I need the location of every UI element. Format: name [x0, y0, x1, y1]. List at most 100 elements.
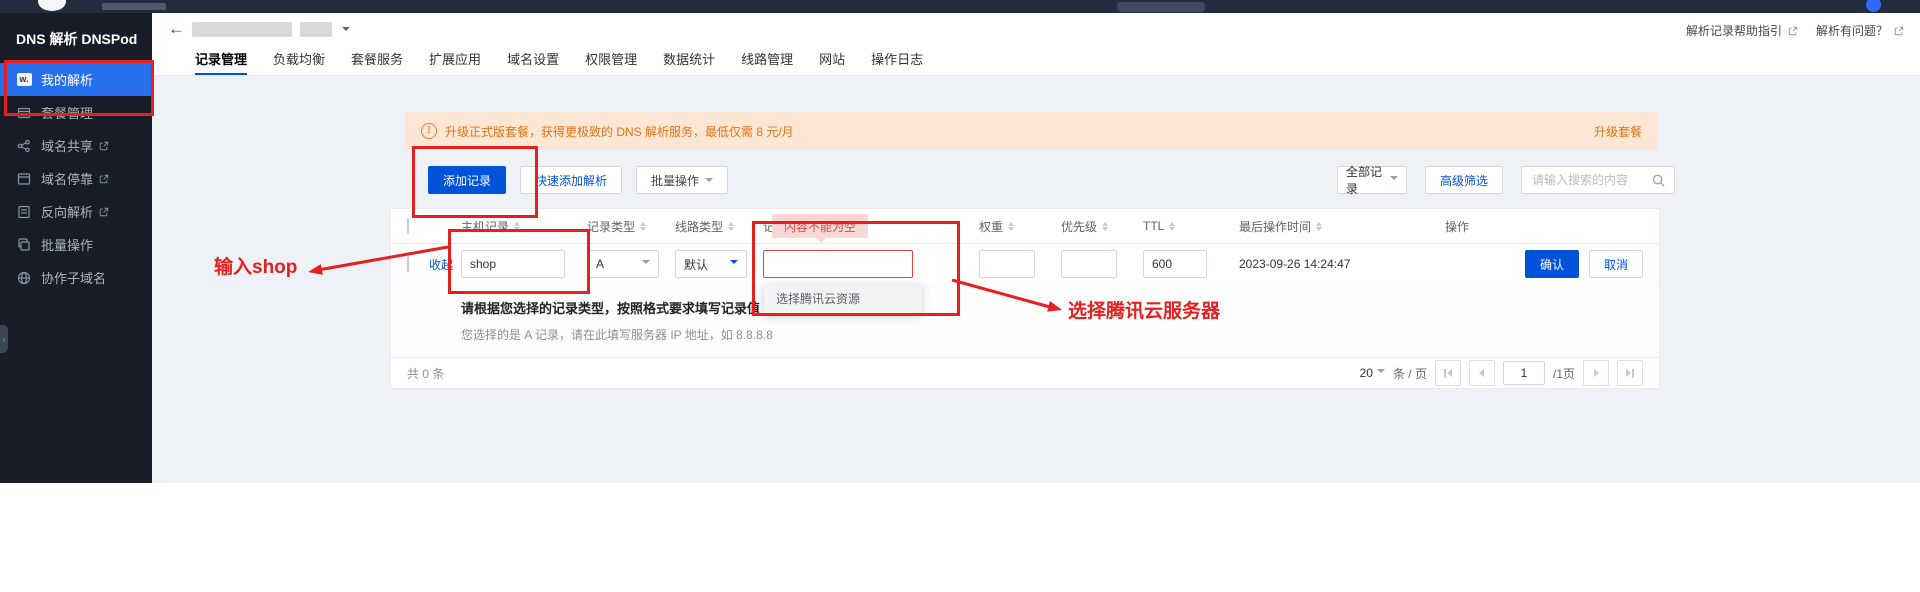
- pagination: 20 条 / 页 /1页: [1360, 360, 1643, 386]
- tab-line-management[interactable]: 线路管理: [741, 47, 793, 75]
- share-icon: [16, 138, 32, 154]
- quick-add-button[interactable]: 快速添加解析: [520, 166, 622, 194]
- collapse-link[interactable]: 收起: [429, 256, 455, 273]
- col-operations: 操作: [1445, 218, 1469, 235]
- sidebar-item-reverse-resolution[interactable]: 反向解析: [0, 195, 152, 228]
- external-link-icon: [1894, 26, 1904, 36]
- sort-icon[interactable]: [514, 222, 520, 231]
- col-ttl: TTL: [1143, 219, 1164, 233]
- chevron-down-icon[interactable]: [1377, 369, 1385, 377]
- sidebar-item-package-management[interactable]: 套餐管理: [0, 96, 152, 129]
- first-page-button[interactable]: [1435, 360, 1461, 386]
- warning-circle-icon: !: [421, 123, 437, 139]
- record-filter-select[interactable]: 全部记录: [1337, 166, 1407, 194]
- sidebar-item-my-resolutions[interactable]: w. 我的解析: [0, 63, 152, 96]
- chevron-down-icon: [1390, 176, 1398, 184]
- col-weight: 权重: [979, 218, 1003, 235]
- external-link-icon: [99, 141, 109, 151]
- per-page-label: 条 / 页: [1393, 365, 1427, 382]
- help-description: 您选择的是 A 记录，请在此填写服务器 IP 地址，如 8.8.8.8: [461, 326, 1659, 343]
- toolbar-left: 添加记录 快速添加解析 批量操作: [428, 166, 728, 194]
- sidebar-item-batch-operations[interactable]: 批量操作: [0, 228, 152, 261]
- col-line: 线路类型: [675, 218, 723, 235]
- tab-permissions[interactable]: 权限管理: [585, 47, 637, 75]
- external-link-icon: [99, 207, 109, 217]
- help-guide-link[interactable]: 解析记录帮助指引: [1686, 22, 1798, 39]
- tooltip-tail: [816, 238, 826, 243]
- confirm-button[interactable]: 确认: [1525, 250, 1579, 278]
- select-tencent-resource-item[interactable]: 选择腾讯云资源: [764, 284, 922, 314]
- external-link-icon: [1788, 26, 1798, 36]
- advanced-filter-button[interactable]: 高级筛选: [1425, 166, 1503, 194]
- cancel-button[interactable]: 取消: [1589, 250, 1643, 278]
- sort-icon[interactable]: [640, 222, 646, 231]
- line-type-select[interactable]: 默认: [675, 250, 747, 278]
- page-size-value[interactable]: 20: [1360, 366, 1373, 380]
- sort-icon[interactable]: [1008, 222, 1014, 231]
- domain-suffix-redacted: [300, 22, 332, 37]
- col-type: 记录类型: [587, 218, 635, 235]
- record-type-select[interactable]: A: [587, 250, 659, 278]
- sidebar-collapse-handle[interactable]: ‹: [0, 325, 8, 353]
- sidebar-item-domain-sharing[interactable]: 域名共享: [0, 129, 152, 162]
- chevron-down-icon: [642, 260, 650, 268]
- topbar-search-input[interactable]: [1117, 2, 1205, 12]
- global-topbar: [0, 0, 1920, 13]
- search-icon[interactable]: [1651, 173, 1666, 188]
- next-page-button[interactable]: [1583, 360, 1609, 386]
- tab-domain-settings[interactable]: 域名设置: [507, 47, 559, 75]
- tab-bar: 记录管理 负载均衡 套餐服务 扩展应用 域名设置 权限管理 数据统计 线路管理 …: [152, 47, 1920, 76]
- last-operated-time: 2023-09-26 14:24:47: [1239, 257, 1429, 271]
- tab-load-balance[interactable]: 负载均衡: [273, 47, 325, 75]
- last-page-button[interactable]: [1617, 360, 1643, 386]
- dns-badge-icon: w.: [16, 72, 32, 88]
- batch-operations-dropdown[interactable]: 批量操作: [636, 166, 728, 194]
- prev-page-button[interactable]: [1469, 360, 1495, 386]
- page-number-input[interactable]: [1503, 361, 1545, 385]
- ttl-input[interactable]: [1143, 250, 1207, 278]
- copy-icon: [16, 237, 32, 253]
- logo-text-redacted: [102, 3, 166, 10]
- toolbar-right: 全部记录 高级筛选: [1337, 166, 1675, 194]
- window-icon: [16, 171, 32, 187]
- sidebar-title: DNS 解析 DNSPod: [0, 13, 152, 63]
- sort-icon[interactable]: [1169, 222, 1175, 231]
- priority-input[interactable]: [1061, 250, 1117, 278]
- record-search-box: [1521, 166, 1675, 194]
- avatar[interactable]: [1866, 0, 1881, 12]
- help-question-link[interactable]: 解析有问题？: [1816, 22, 1904, 39]
- page-total-label: /1页: [1553, 365, 1575, 382]
- row-checkbox[interactable]: [407, 256, 409, 272]
- add-record-button[interactable]: 添加记录: [428, 166, 506, 194]
- tab-website[interactable]: 网站: [819, 47, 845, 75]
- domain-switch-caret-icon[interactable]: [342, 27, 350, 35]
- tab-records[interactable]: 记录管理: [195, 47, 247, 75]
- tab-package-service[interactable]: 套餐服务: [351, 47, 403, 75]
- annotation-note-enter-shop: 输入shop: [214, 252, 297, 279]
- sidebar-item-collaborative-subdomains[interactable]: 协作子域名: [0, 261, 152, 294]
- table-header-row: 主机记录 记录类型 线路类型 记录值 权重 优先级 TTL 最后操作时间 操作: [391, 209, 1659, 244]
- host-record-input[interactable]: [461, 250, 565, 278]
- dnspod-console: ← 解析记录帮助指引 解析有问题？ 记录管理 负载均衡 套餐服务 扩展应用 域名…: [0, 0, 1920, 592]
- chevron-down-icon: [705, 178, 713, 186]
- sort-icon[interactable]: [728, 222, 734, 231]
- col-last-operated: 最后操作时间: [1239, 218, 1311, 235]
- record-edit-row: 收起 A 默认 2023-09-26 14:24:47 确认: [391, 244, 1659, 284]
- globe-icon: [16, 270, 32, 286]
- tab-extended-apps[interactable]: 扩展应用: [429, 47, 481, 75]
- weight-input[interactable]: [979, 250, 1035, 278]
- select-all-checkbox[interactable]: [407, 218, 409, 234]
- back-arrow-icon[interactable]: ←: [168, 19, 185, 39]
- record-search-input[interactable]: [1530, 172, 1651, 188]
- table-footer: 共 0 条 20 条 / 页 /1页: [391, 358, 1659, 388]
- sort-icon[interactable]: [1102, 222, 1108, 231]
- record-value-input[interactable]: [763, 250, 913, 278]
- tencent-cloud-logo-icon: [38, 0, 66, 11]
- tab-statistics[interactable]: 数据统计: [663, 47, 715, 75]
- value-required-tooltip: 内容不能为空: [772, 214, 868, 238]
- sort-icon[interactable]: [1316, 222, 1322, 231]
- tab-operation-logs[interactable]: 操作日志: [871, 47, 923, 75]
- record-help-panel: 请根据您选择的记录类型，按照格式要求填写记录值查看详细指引 您选择的是 A 记录…: [391, 284, 1659, 358]
- upgrade-package-link[interactable]: 升级套餐: [1594, 123, 1642, 140]
- sidebar-item-domain-parking[interactable]: 域名停靠: [0, 162, 152, 195]
